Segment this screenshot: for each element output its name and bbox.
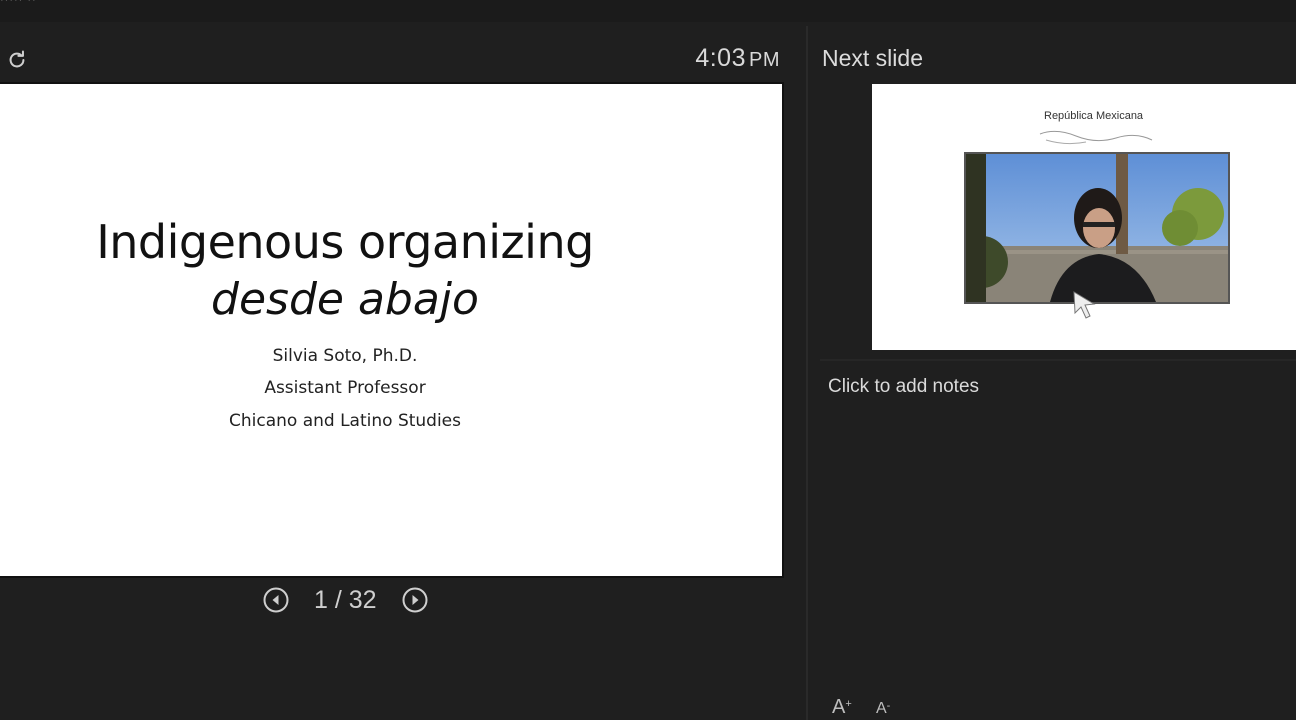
clock-ampm: PM xyxy=(749,49,780,71)
decrease-font-label: A xyxy=(876,700,887,717)
clock-time: 4:03 xyxy=(695,44,746,72)
thumbnail-map-caption: República Mexicana xyxy=(1044,110,1144,122)
presenter-view: ····· ·· 4:03 PM Indigenous organizing de… xyxy=(0,0,1296,720)
next-slide-label: Next slide xyxy=(822,45,923,71)
video-photo xyxy=(964,152,1230,304)
next-slide-button[interactable] xyxy=(401,586,429,614)
previous-slide-button[interactable] xyxy=(262,586,290,614)
top-strip: ····· ·· xyxy=(0,0,1296,22)
increase-font-label: A xyxy=(832,696,846,718)
speaker-notes[interactable]: Click to add notes xyxy=(828,376,979,398)
map-sketch-icon xyxy=(1039,130,1153,145)
panel-divider xyxy=(806,26,808,720)
slide-title: Indigenous organizing xyxy=(96,215,594,269)
reset-timer-icon[interactable] xyxy=(6,49,28,71)
font-plus-icon: + xyxy=(845,698,852,710)
slide-position: Assistant Professor xyxy=(264,378,426,398)
slide-navigation: 1 / 32 xyxy=(262,584,429,616)
decrease-font-button[interactable]: A- xyxy=(876,700,890,718)
clock: 4:03 PM xyxy=(695,44,780,73)
font-minus-icon: - xyxy=(886,700,891,712)
slide-author: Silvia Soto, Ph.D. xyxy=(272,346,418,366)
next-slide-thumbnail[interactable]: República Mexicana xyxy=(872,84,1296,350)
cursor-icon xyxy=(1073,291,1096,319)
webcam-photo-image xyxy=(966,154,1228,302)
top-menu-text: ····· ·· xyxy=(0,0,37,6)
notes-separator xyxy=(820,359,1296,361)
slide-subtitle: desde abajo xyxy=(211,274,479,325)
slide-counter: 1 / 32 xyxy=(314,585,377,614)
increase-font-button[interactable]: A+ xyxy=(832,696,852,719)
current-slide: Indigenous organizing desde abajo Silvia… xyxy=(0,84,782,576)
slide-department: Chicano and Latino Studies xyxy=(228,411,461,431)
